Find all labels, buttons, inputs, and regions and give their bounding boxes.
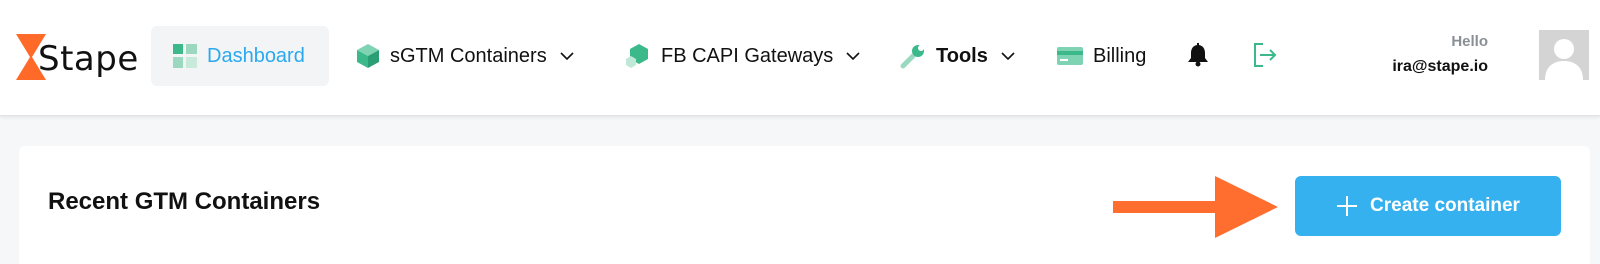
notifications-button[interactable] <box>1181 38 1215 72</box>
nav-tools[interactable]: Tools <box>900 26 1016 86</box>
nav-tools-label: Tools <box>936 44 988 67</box>
stape-logo[interactable]: Stape <box>16 32 139 82</box>
nav-sgtm-label: sGTM Containers <box>390 44 547 67</box>
cube-icon <box>357 44 379 68</box>
chevron-down-icon <box>1001 52 1015 61</box>
orange-arrow-annotation <box>1113 176 1278 238</box>
create-container-label: Create container <box>1370 195 1520 216</box>
create-container-button[interactable]: Create container <box>1295 176 1561 236</box>
nav-dashboard-label: Dashboard <box>207 44 305 67</box>
nav-billing-label: Billing <box>1093 44 1147 67</box>
brand-name: Stape <box>38 39 139 79</box>
nav-sgtm-containers[interactable]: sGTM Containers <box>356 26 575 86</box>
user-silhouette-icon <box>1545 39 1583 80</box>
chevron-down-icon <box>560 52 574 61</box>
bell-icon <box>1188 43 1208 67</box>
nav-dashboard[interactable]: Dashboard <box>151 26 329 86</box>
user-email: ira@stape.io <box>1392 58 1488 75</box>
logout-button[interactable] <box>1247 38 1281 72</box>
avatar[interactable] <box>1539 30 1589 80</box>
user-greeting: Hello <box>1451 33 1488 50</box>
nav-billing[interactable]: Billing <box>1057 26 1146 86</box>
nav-fb-capi-gateways[interactable]: FB CAPI Gateways <box>623 26 861 86</box>
wrench-icon <box>900 45 924 69</box>
nav-fbcapi-label: FB CAPI Gateways <box>661 44 834 67</box>
logout-icon <box>1254 43 1277 67</box>
section-title: Recent GTM Containers <box>48 188 321 215</box>
dashboard-icon <box>173 44 197 68</box>
top-navigation-bar: Stape Dashboard sGTM Containers FB CAPI … <box>0 0 1600 116</box>
plus-icon <box>1337 196 1358 216</box>
credit-card-icon <box>1057 47 1083 65</box>
chevron-down-icon <box>846 52 860 61</box>
cubes-icon <box>626 44 648 68</box>
user-info: Hello ira@stape.io <box>1392 33 1488 76</box>
